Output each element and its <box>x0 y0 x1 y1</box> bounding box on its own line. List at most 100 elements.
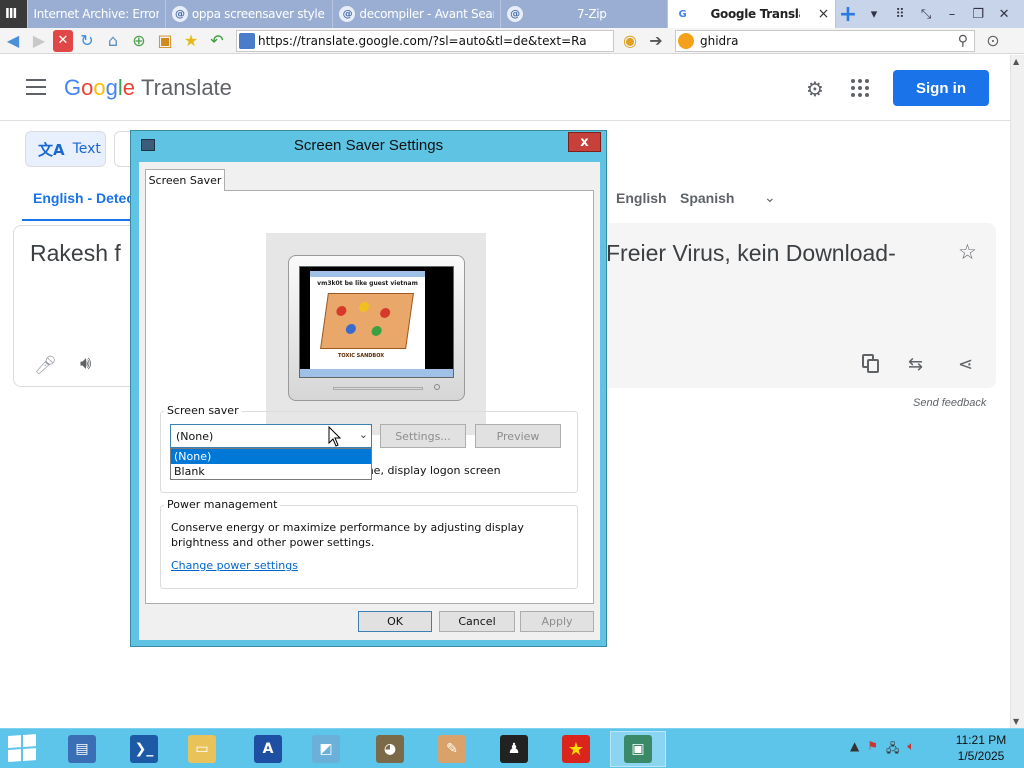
tab-internet-archive[interactable]: Internet Archive: Error <box>27 0 166 28</box>
send-feedback-link[interactable]: Send feedback <box>913 397 986 409</box>
tab-label: Google Translate <box>710 7 799 21</box>
close-window-button[interactable]: ✕ <box>992 3 1016 25</box>
forward-arrow-icon[interactable]: ▶ <box>27 30 51 52</box>
search-engine-icon: @ <box>506 6 523 22</box>
tab-screen-saver[interactable]: Screen Saver <box>145 169 225 191</box>
change-power-settings-link[interactable]: Change power settings <box>171 559 298 572</box>
speaker-icon[interactable]: 🔊︎ <box>80 353 91 374</box>
restore-arrows-icon[interactable]: ⤡ <box>914 3 938 25</box>
taskbar-powershell[interactable]: ❯_ <box>116 731 172 767</box>
preview-button[interactable]: Preview <box>475 424 561 448</box>
google-apps-icon[interactable] <box>851 79 869 97</box>
tab-label: 7-Zip <box>576 7 607 21</box>
target-language-english[interactable]: English <box>616 190 667 206</box>
volume-muted-icon[interactable]: 🔈︎ <box>907 739 914 760</box>
dialog-titlebar[interactable]: Screen Saver Settings x <box>131 131 606 161</box>
search-engine-icon <box>678 32 694 49</box>
taskbar-server-manager[interactable]: ▤ <box>54 731 110 767</box>
action-center-icon[interactable]: ⚑ <box>867 739 878 760</box>
taskbar-app-notes[interactable]: ◩ <box>298 731 354 767</box>
microphone-icon[interactable]: 🎤︎ <box>34 355 57 376</box>
settings-button[interactable]: Settings... <box>380 424 466 448</box>
address-bar[interactable]: https://translate.google.com/?sl=auto&tl… <box>236 29 614 52</box>
google-translate-logo[interactable]: Google Translate <box>64 75 232 101</box>
tab-decompiler[interactable]: @ decompiler - Avant Search... <box>333 0 501 28</box>
server-manager-icon: ▤ <box>68 735 96 763</box>
rate-translation-icon[interactable]: ⇆ <box>908 354 923 375</box>
taskbar-screen-saver[interactable]: ▣ <box>610 731 666 767</box>
share-icon[interactable]: ⋖ <box>958 354 973 375</box>
go-arrow-icon[interactable]: ➔ <box>644 30 668 52</box>
tab-close-icon[interactable]: × <box>818 6 830 22</box>
star-icon[interactable]: ☆ <box>958 240 977 264</box>
browser-tab-bar: Ⅲ Internet Archive: Error @ oppa screens… <box>0 0 1024 28</box>
target-language-spanish[interactable]: Spanish <box>680 190 734 206</box>
undo-icon[interactable]: ↶ <box>205 30 229 52</box>
scroll-down-arrow-icon[interactable]: ▼ <box>1013 717 1019 726</box>
taskbar-app-a[interactable]: A <box>240 731 296 767</box>
mouse-cursor-icon <box>328 426 342 447</box>
archive-favicon-tab[interactable]: Ⅲ <box>0 0 28 28</box>
tab-label: Internet Archive: Error <box>33 7 159 21</box>
tab-7zip[interactable]: @ 7-Zip <box>500 0 669 28</box>
option-none[interactable]: (None) <box>171 449 371 464</box>
search-input[interactable]: ghidra <box>700 34 958 48</box>
browser-engine-icon[interactable]: ◉ <box>618 30 642 52</box>
search-box[interactable]: ghidra ⚲ <box>675 29 975 52</box>
archive-icon: Ⅲ <box>5 6 17 22</box>
copy-icon[interactable] <box>862 354 880 374</box>
refresh-icon[interactable]: ↻ <box>75 30 99 52</box>
network-icon[interactable]: 🖧︎ <box>886 739 899 760</box>
back-arrow-icon[interactable]: ◀ <box>1 30 25 52</box>
source-language-tab[interactable]: English - Detec <box>33 190 134 206</box>
option-blank[interactable]: Blank <box>171 464 371 479</box>
text-mode-button[interactable]: 文A Text <box>25 131 106 167</box>
apps-grid-icon[interactable]: ⠿ <box>888 3 912 25</box>
system-clock[interactable]: 11:21 PM 1/5/2025 <box>948 732 1014 764</box>
dialog-body: Screen Saver vm3k0t be like guest vietna… <box>139 162 600 640</box>
apply-button[interactable]: Apply <box>520 611 594 632</box>
taskbar-app-raccoon[interactable]: ◕ <box>362 731 418 767</box>
sign-in-button[interactable]: Sign in <box>893 70 989 106</box>
chevron-down-icon[interactable]: ▾ <box>862 3 886 25</box>
dialog-close-button[interactable]: x <box>568 132 601 152</box>
menu-icon[interactable] <box>26 79 46 95</box>
notes-icon: ◩ <box>312 735 340 763</box>
active-tab-indicator <box>22 219 132 221</box>
screen-saver-group-label: Screen saver <box>164 404 242 417</box>
taskbar-app-flag[interactable]: ★ <box>548 731 604 767</box>
taskbar-file-explorer[interactable]: ▭ <box>174 731 230 767</box>
chevron-down-icon[interactable]: ⌄ <box>359 428 368 441</box>
paint-palette-icon: ✎ <box>438 735 466 763</box>
downloads-icon[interactable]: ▣ <box>153 30 177 52</box>
tools-icon[interactable]: ⊙ <box>981 30 1005 52</box>
tab-oppa-screensaver[interactable]: @ oppa screensaver style - A... <box>165 0 334 28</box>
monitor-preview: vm3k0t be like guest vietnam TOXIC SANDB… <box>288 255 465 401</box>
preview-subcaption: TOXIC SANDBOX <box>338 353 385 359</box>
cancel-button[interactable]: Cancel <box>439 611 515 632</box>
maximize-button[interactable]: ❐ <box>966 3 990 25</box>
stop-icon[interactable]: ✕ <box>53 29 73 52</box>
vertical-scrollbar[interactable]: ▲ ▼ <box>1010 55 1024 728</box>
save-page-icon[interactable]: ⊕ <box>127 30 151 52</box>
source-text[interactable]: Rakesh f <box>30 240 121 267</box>
folder-icon: ▭ <box>188 735 216 763</box>
home-icon[interactable]: ⌂ <box>101 30 125 52</box>
preview-taskbar <box>300 369 453 377</box>
favorites-star-icon[interactable]: ★ <box>179 30 203 52</box>
taskbar-app-figure[interactable]: ♟ <box>486 731 542 767</box>
taskbar-paint[interactable]: ✎ <box>424 731 480 767</box>
monitor-screen: vm3k0t be like guest vietnam TOXIC SANDB… <box>299 266 454 378</box>
new-tab-button[interactable]: + <box>836 2 860 27</box>
ok-button[interactable]: OK <box>358 611 432 632</box>
tab-google-translate[interactable]: G Google Translate × <box>668 0 837 28</box>
minimize-button[interactable]: – <box>940 3 964 25</box>
search-icon[interactable]: ⚲ <box>958 33 968 49</box>
selected-value: (None) <box>176 429 214 443</box>
chevron-down-icon[interactable]: ⌄ <box>764 190 776 206</box>
dialog-title: Screen Saver Settings <box>293 137 444 154</box>
scroll-up-arrow-icon[interactable]: ▲ <box>1013 57 1019 66</box>
tray-expand-icon[interactable]: ▲ <box>850 739 859 760</box>
start-button[interactable] <box>8 734 38 764</box>
gear-icon[interactable]: ⚙ <box>806 77 824 101</box>
